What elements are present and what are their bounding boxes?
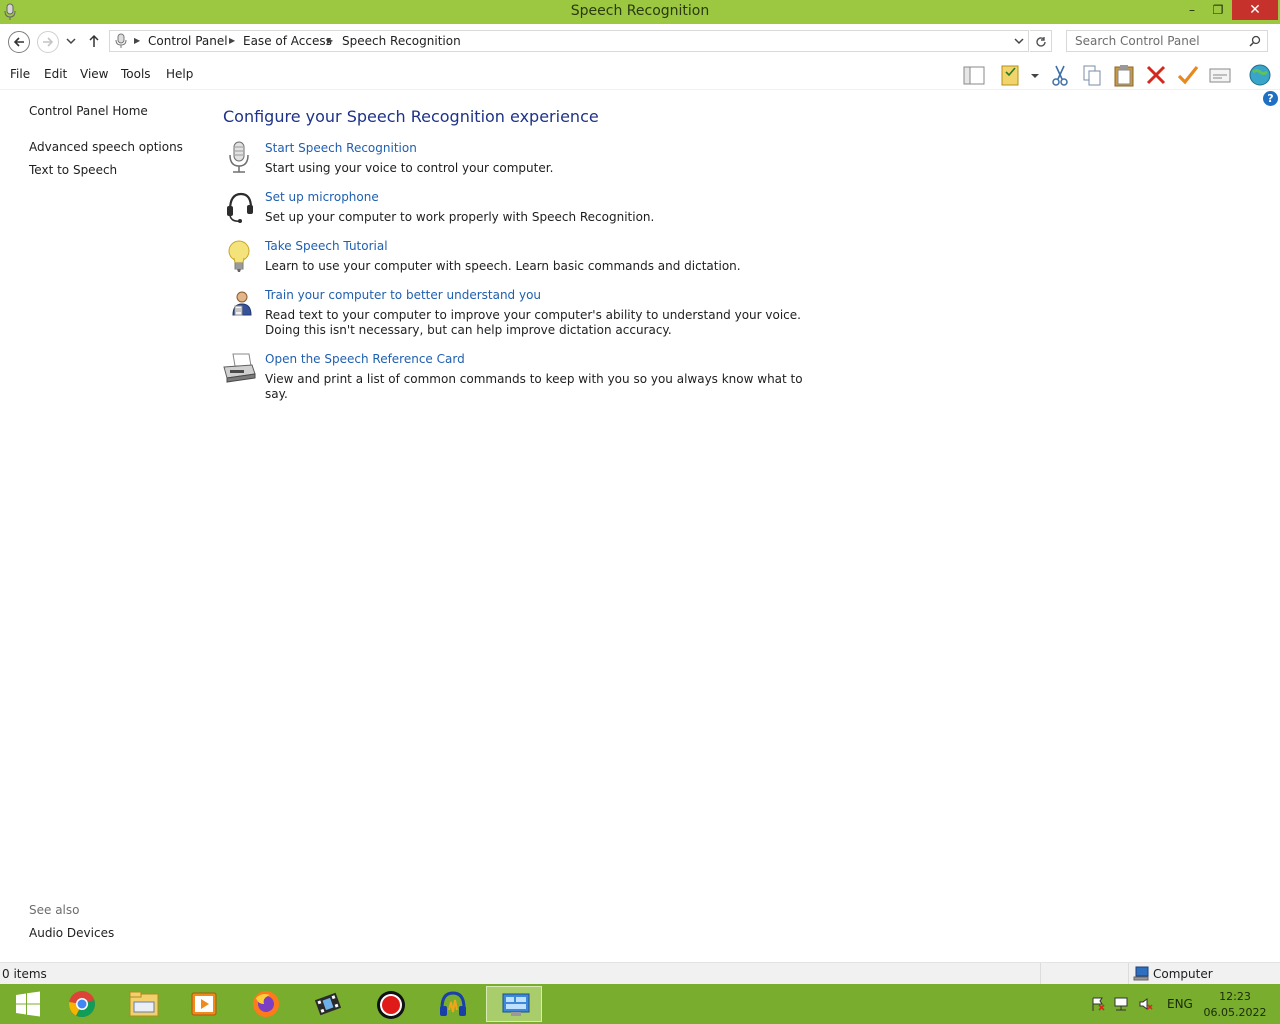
speech-reference-card-link[interactable]: Open the Speech Reference Card bbox=[265, 352, 465, 366]
menu-view[interactable]: View bbox=[80, 67, 108, 81]
system-clock[interactable]: 12:23 06.05.2022 bbox=[1200, 989, 1270, 1021]
advanced-speech-options-link[interactable]: Advanced speech options bbox=[29, 140, 183, 154]
clock-date: 06.05.2022 bbox=[1203, 1006, 1267, 1019]
file-explorer-icon bbox=[129, 991, 159, 1017]
set-up-microphone-link[interactable]: Set up microphone bbox=[265, 190, 379, 204]
status-divider bbox=[1128, 963, 1129, 985]
task-description: Learn to use your computer with speech. … bbox=[265, 259, 741, 273]
properties-icon[interactable] bbox=[1208, 63, 1232, 87]
taskbar-audio-app[interactable] bbox=[424, 986, 480, 1022]
microphone-icon bbox=[229, 141, 249, 173]
address-row: ▶ Control Panel ▶ Ease of Access ▶ Speec… bbox=[0, 24, 1280, 60]
breadcrumb-separator-icon[interactable]: ▶ bbox=[229, 36, 235, 45]
printer-icon bbox=[223, 353, 256, 383]
layout-pane-icon[interactable] bbox=[962, 63, 986, 87]
breadcrumb-separator-icon[interactable]: ▶ bbox=[327, 36, 333, 45]
taskbar-media-player[interactable] bbox=[176, 986, 232, 1022]
search-icon[interactable] bbox=[1249, 35, 1261, 47]
breadcrumb-speech-recognition[interactable]: Speech Recognition bbox=[342, 34, 461, 48]
see-also-heading: See also bbox=[29, 903, 80, 917]
taskbar-control-panel[interactable] bbox=[486, 986, 542, 1022]
copy-icon[interactable] bbox=[1080, 63, 1104, 87]
task-description: View and print a list of common commands… bbox=[265, 372, 803, 401]
microphone-location-icon bbox=[115, 33, 127, 48]
take-speech-tutorial-link[interactable]: Take Speech Tutorial bbox=[265, 239, 388, 253]
train-computer-link[interactable]: Train your computer to better understand… bbox=[265, 288, 541, 302]
recent-locations-chevron-icon[interactable] bbox=[66, 38, 76, 46]
breadcrumb-ease-of-access[interactable]: Ease of Access bbox=[243, 34, 332, 48]
start-speech-recognition-link[interactable]: Start Speech Recognition bbox=[265, 141, 417, 155]
forward-arrow-icon bbox=[43, 37, 54, 47]
title-bar: Speech Recognition – ❐ ✕ bbox=[0, 0, 1280, 24]
audio-app-icon bbox=[440, 991, 466, 1016]
breadcrumb-separator-icon[interactable]: ▶ bbox=[134, 36, 140, 45]
search-placeholder: Search Control Panel bbox=[1075, 34, 1200, 48]
refresh-icon bbox=[1036, 37, 1046, 47]
delete-icon[interactable] bbox=[1144, 63, 1168, 87]
location-label: Computer bbox=[1153, 967, 1213, 981]
clock-time: 12:23 bbox=[1219, 990, 1251, 1003]
chrome-icon bbox=[69, 991, 95, 1018]
menu-help[interactable]: Help bbox=[166, 67, 193, 81]
help-icon[interactable]: ? bbox=[1263, 91, 1278, 106]
text-to-speech-link[interactable]: Text to Speech bbox=[29, 163, 117, 177]
computer-icon bbox=[1133, 966, 1149, 981]
forward-button[interactable] bbox=[37, 31, 59, 53]
task-description: Start using your voice to control your c… bbox=[265, 161, 554, 175]
input-language[interactable]: ENG bbox=[1167, 997, 1193, 1011]
item-count: 0 items bbox=[2, 967, 47, 981]
status-bar: 0 items Computer bbox=[0, 962, 1280, 985]
menu-file[interactable]: File bbox=[10, 67, 30, 81]
folder-options-icon[interactable] bbox=[1000, 63, 1024, 87]
lightbulb-icon bbox=[228, 240, 250, 272]
taskbar-file-explorer[interactable] bbox=[115, 986, 171, 1022]
task-description: Set up your computer to work properly wi… bbox=[265, 210, 655, 224]
volume-muted-icon[interactable] bbox=[1138, 996, 1154, 1012]
cut-icon[interactable] bbox=[1048, 63, 1072, 87]
audio-devices-link[interactable]: Audio Devices bbox=[29, 926, 114, 940]
task-description: Read text to your computer to improve yo… bbox=[265, 308, 801, 337]
firefox-icon bbox=[253, 991, 279, 1017]
user-training-icon bbox=[232, 291, 252, 316]
video-editor-icon bbox=[314, 992, 342, 1016]
address-bar[interactable]: ▶ Control Panel ▶ Ease of Access ▶ Speec… bbox=[109, 30, 1029, 52]
maximize-button[interactable]: ❐ bbox=[1204, 0, 1232, 20]
status-divider bbox=[1040, 963, 1041, 985]
address-dropdown-chevron-icon[interactable] bbox=[1014, 36, 1024, 46]
taskbar: ENG 12:23 06.05.2022 bbox=[0, 984, 1280, 1024]
window-title: Speech Recognition bbox=[570, 3, 710, 19]
back-button[interactable] bbox=[8, 31, 30, 53]
control-panel-icon bbox=[502, 993, 530, 1016]
headset-icon bbox=[227, 192, 253, 223]
search-input[interactable]: Search Control Panel bbox=[1066, 30, 1268, 52]
record-icon bbox=[377, 991, 405, 1019]
refresh-button[interactable] bbox=[1030, 30, 1052, 52]
checkmark-icon[interactable] bbox=[1176, 63, 1200, 87]
page-title: Configure your Speech Recognition experi… bbox=[223, 107, 599, 126]
globe-icon[interactable] bbox=[1248, 63, 1272, 87]
control-panel-home-link[interactable]: Control Panel Home bbox=[29, 104, 148, 118]
windows-start-icon bbox=[16, 991, 40, 1017]
left-navigation-pane: Control Panel Home Advanced speech optio… bbox=[0, 91, 210, 959]
close-button[interactable]: ✕ bbox=[1232, 0, 1278, 20]
up-arrow-icon[interactable] bbox=[88, 34, 100, 48]
network-icon[interactable] bbox=[1113, 996, 1129, 1012]
taskbar-firefox[interactable] bbox=[238, 986, 294, 1022]
menu-bar: File Edit View Tools Help bbox=[0, 60, 1280, 90]
taskbar-chrome[interactable] bbox=[54, 986, 110, 1022]
taskbar-recorder[interactable] bbox=[362, 986, 418, 1022]
minimize-button[interactable]: – bbox=[1178, 0, 1206, 20]
action-center-flag-icon[interactable] bbox=[1090, 996, 1106, 1012]
taskbar-video-editor[interactable] bbox=[300, 986, 356, 1022]
folder-options-dropdown-icon[interactable] bbox=[1028, 63, 1042, 87]
back-arrow-icon bbox=[13, 37, 24, 47]
menu-edit[interactable]: Edit bbox=[44, 67, 67, 81]
media-player-icon bbox=[191, 992, 217, 1016]
menu-tools[interactable]: Tools bbox=[121, 67, 151, 81]
start-button[interactable] bbox=[0, 986, 56, 1022]
paste-icon[interactable] bbox=[1112, 63, 1136, 87]
breadcrumb-control-panel[interactable]: Control Panel bbox=[148, 34, 228, 48]
